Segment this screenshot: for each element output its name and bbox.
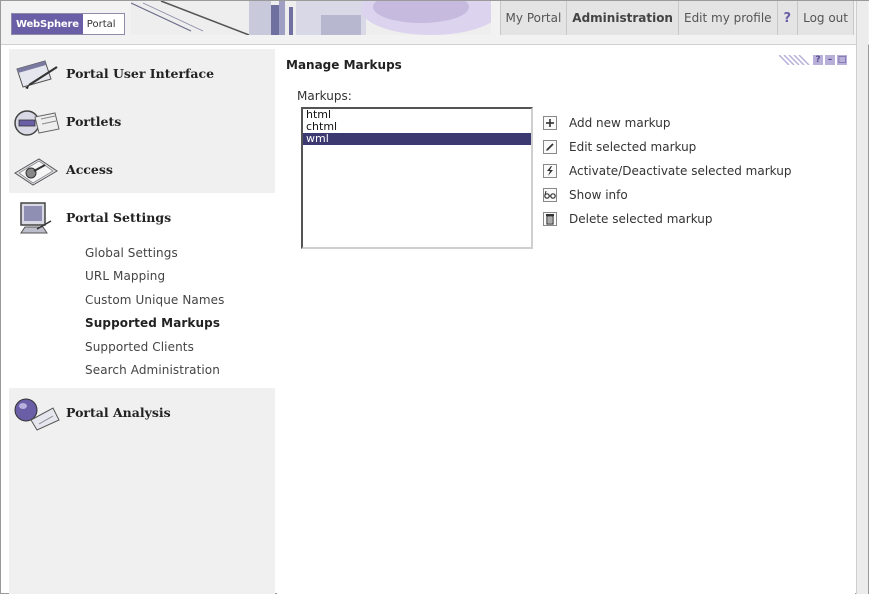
sidebar-section-label: Portal User Interface [66, 65, 215, 81]
plus-icon [543, 116, 557, 130]
title-decoration-graphic [779, 55, 810, 65]
markup-option-html[interactable]: html [303, 109, 531, 121]
sidebar-section-label: Portlets [66, 113, 122, 129]
edit-markup-button[interactable]: Edit selected markup [543, 135, 791, 159]
monitor-icon [20, 202, 52, 234]
add-markup-label: Add new markup [569, 116, 671, 130]
admin-sidebar: Portal User Interface Portlets Access Po… [9, 49, 275, 594]
lightning-icon [543, 164, 557, 178]
sidebar-section-label: Access [66, 161, 113, 177]
markup-option-wml[interactable]: wml [303, 133, 531, 145]
markup-actions: Add new markup Edit selected markup Acti… [543, 111, 791, 231]
add-markup-button[interactable]: Add new markup [543, 111, 791, 135]
sidebar-item-global-settings[interactable]: Global Settings [9, 241, 275, 265]
sidebar-section-portal-analysis[interactable]: Portal Analysis [9, 388, 275, 436]
sidebar-section-label: Portal Settings [66, 209, 172, 225]
sidebar-expanded-portal-settings: Portal Settings Global Settings URL Mapp… [9, 193, 275, 388]
markups-label: Markups: [297, 89, 352, 103]
websphere-logo: WebSphere Portal [11, 13, 125, 35]
glasses-icon [543, 188, 557, 202]
edit-markup-label: Edit selected markup [569, 140, 697, 154]
portlet-icon [14, 110, 60, 136]
sidebar-item-url-mapping[interactable]: URL Mapping [9, 265, 275, 289]
sidebar-section-portlets[interactable]: Portlets [9, 97, 275, 145]
show-info-label: Show info [569, 188, 628, 202]
delete-markup-label: Delete selected markup [569, 212, 713, 226]
portlet-maximize-icon[interactable]: □ [837, 55, 847, 65]
nav-log-out[interactable]: Log out [798, 1, 854, 35]
markup-option-chtml[interactable]: chtml [303, 121, 531, 133]
activate-markup-label: Activate/Deactivate selected markup [569, 164, 792, 178]
sidebar-item-search-administration[interactable]: Search Administration [9, 359, 275, 383]
browser-frame: WebSphere Portal My Portal Administratio… [0, 0, 869, 594]
sidebar-section-portal-user-interface[interactable]: Portal User Interface [9, 49, 275, 97]
sidebar-item-supported-markups[interactable]: Supported Markups [9, 312, 275, 336]
logo-product-text: Portal [86, 18, 116, 30]
portlet-minimize-icon[interactable]: – [825, 55, 835, 65]
markups-listbox[interactable]: html chtml wml [301, 107, 533, 249]
window-pen-icon [16, 60, 58, 89]
portal-banner: WebSphere Portal My Portal Administratio… [1, 1, 869, 45]
banner-decoration-graphic [131, 1, 491, 35]
nav-administration[interactable]: Administration [567, 1, 679, 35]
sidebar-section-label: Portal Analysis [66, 404, 171, 420]
key-folder-icon [14, 158, 58, 186]
pencil-icon [543, 140, 557, 154]
sidebar-item-custom-unique-names[interactable]: Custom Unique Names [9, 288, 275, 312]
page-title: Manage Markups [286, 58, 402, 72]
trash-icon [543, 212, 557, 226]
sidebar-section-portal-settings[interactable]: Portal Settings [9, 193, 275, 241]
portlet-controls: ? – □ [779, 55, 847, 65]
delete-markup-button[interactable]: Delete selected markup [543, 207, 791, 231]
sphere-chart-icon [14, 398, 60, 431]
nav-edit-profile[interactable]: Edit my profile [679, 1, 778, 35]
nav-my-portal[interactable]: My Portal [501, 1, 568, 35]
logo-brand-text: WebSphere [12, 14, 83, 34]
top-navigation: My Portal Administration Edit my profile… [499, 1, 854, 35]
manage-markups-portlet: Manage Markups ? – □ Markups: html chtml… [277, 49, 855, 594]
activate-markup-button[interactable]: Activate/Deactivate selected markup [543, 159, 791, 183]
vertical-scrollbar[interactable] [856, 1, 868, 594]
portlet-help-icon[interactable]: ? [813, 55, 823, 65]
sidebar-item-supported-clients[interactable]: Supported Clients [9, 335, 275, 359]
sidebar-section-access[interactable]: Access [9, 145, 275, 193]
show-info-button[interactable]: Show info [543, 183, 791, 207]
help-icon[interactable]: ? [778, 1, 799, 35]
